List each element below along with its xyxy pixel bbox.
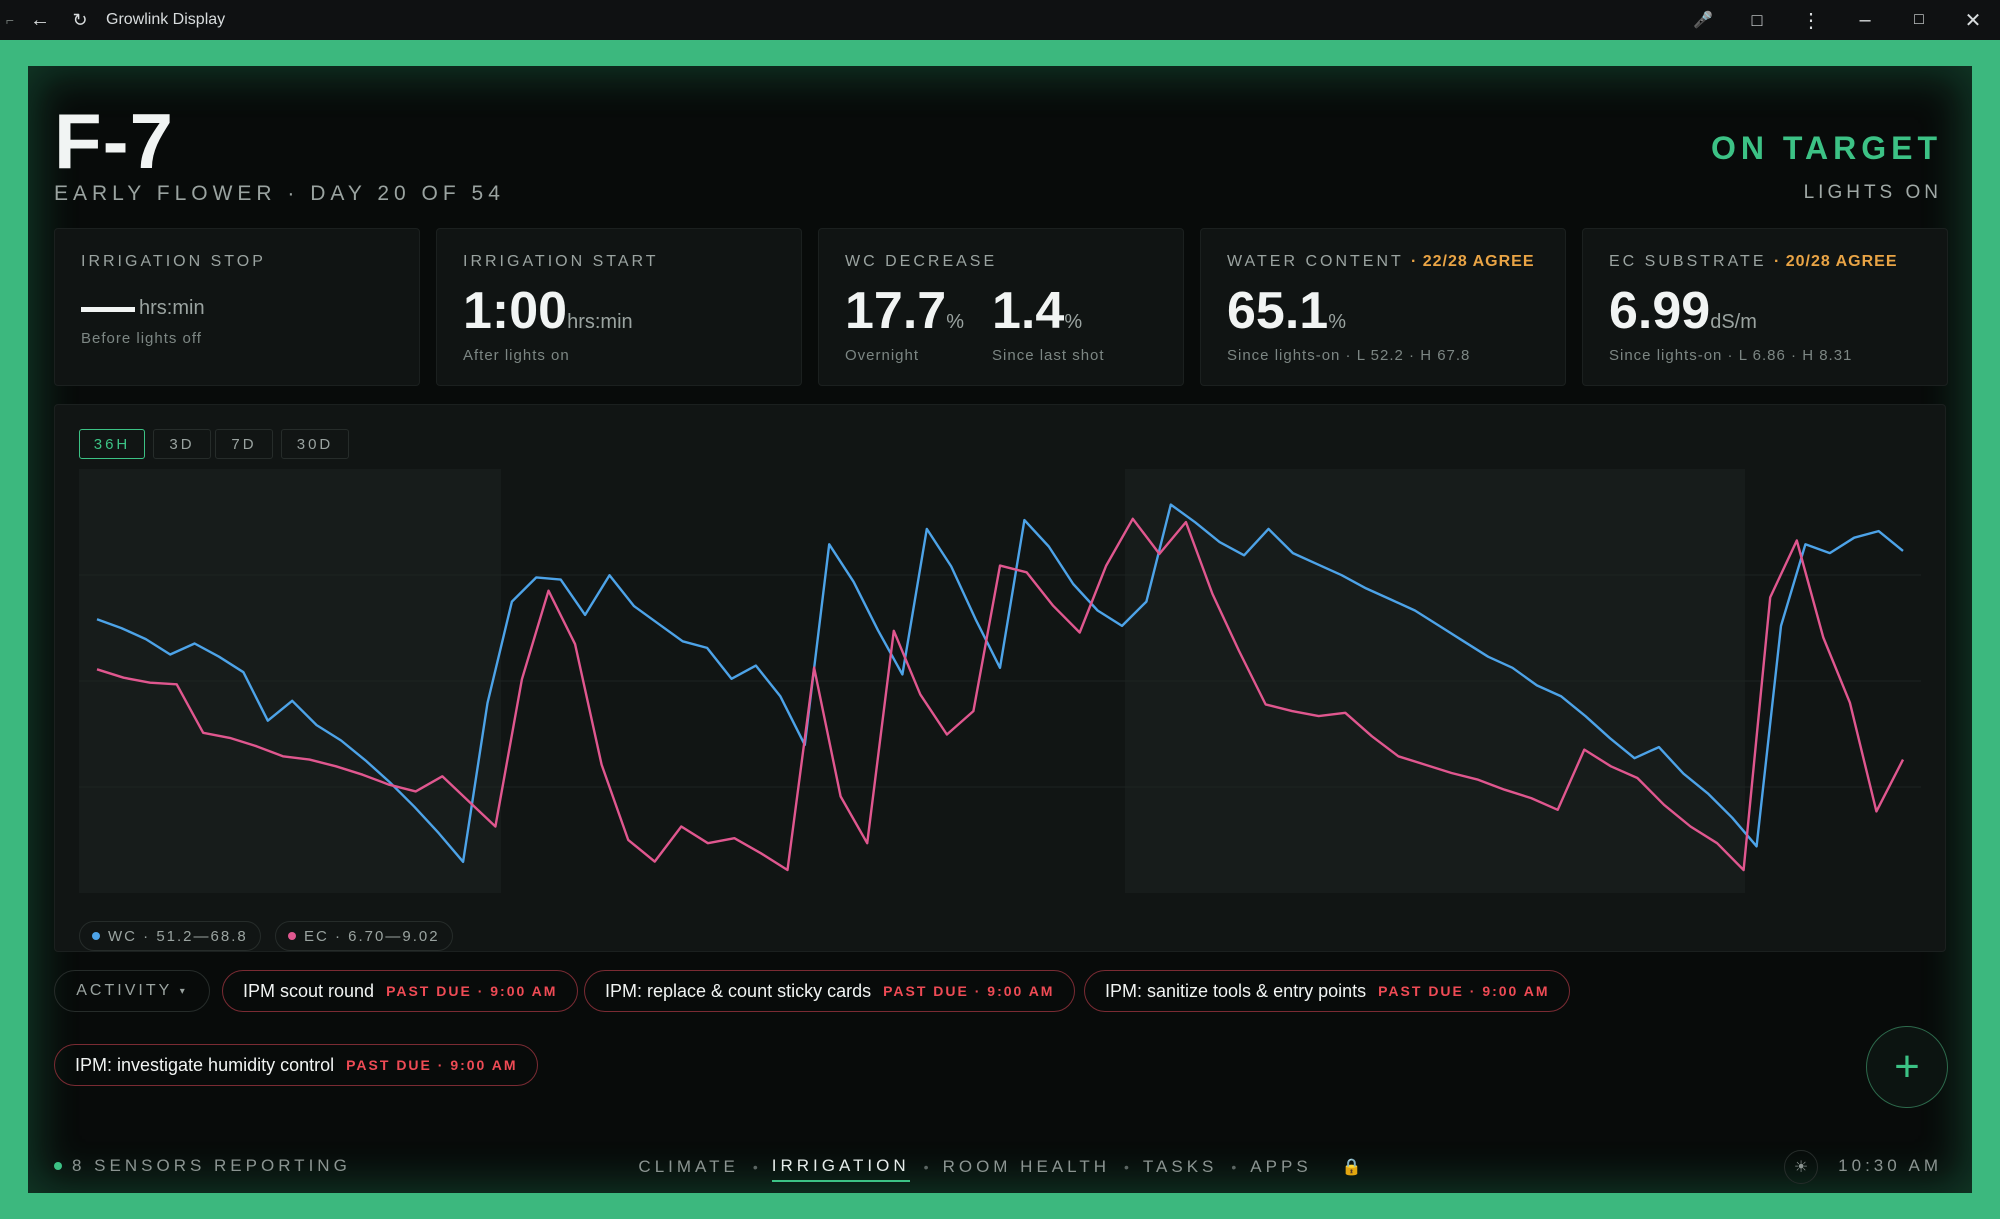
card-subtext: After lights on bbox=[463, 347, 570, 364]
overnight-value: 17.7% Overnight bbox=[845, 282, 965, 364]
wc-dot-icon bbox=[92, 932, 100, 940]
nav-irrigation[interactable]: IRRIGATION bbox=[771, 1152, 910, 1182]
nav-apps[interactable]: APPS bbox=[1250, 1153, 1311, 1181]
line-chart[interactable] bbox=[79, 469, 1921, 893]
add-task-button[interactable]: + bbox=[1866, 1026, 1948, 1108]
empty-value-dash bbox=[81, 307, 135, 313]
browser-titlebar: ⌐ ← ↻ Growlink Display 🎤 □ ⋮ – □ ✕ bbox=[0, 0, 2000, 40]
grow-stage: EARLY FLOWER · DAY 20 OF 54 bbox=[54, 182, 505, 205]
nav-room-health[interactable]: ROOM HEALTH bbox=[943, 1153, 1110, 1181]
range-tab-30d[interactable]: 30D bbox=[281, 429, 349, 459]
bottom-nav: CLIMATE • IRRIGATION • ROOM HEALTH • TAS… bbox=[28, 1152, 1972, 1182]
card-subtext: Since lights-on · L 6.86 · H 8.31 bbox=[1609, 347, 1853, 364]
agree-badge: · 20/28 AGREE bbox=[1773, 253, 1898, 270]
legend-ec[interactable]: EC · 6.70—9.02 bbox=[275, 921, 453, 951]
since-last-shot-value: 1.4% Since last shot bbox=[992, 282, 1105, 364]
range-tab-3d[interactable]: 3D bbox=[153, 429, 211, 459]
task-pill[interactable]: IPM: replace & count sticky cards PAST DU… bbox=[584, 970, 1076, 1012]
close-icon[interactable]: ✕ bbox=[1946, 0, 2000, 40]
range-tab-36h[interactable]: 36H bbox=[79, 429, 145, 459]
nav-separator: • bbox=[1231, 1159, 1237, 1175]
chevron-down-icon: ▾ bbox=[179, 985, 188, 997]
brightness-icon[interactable]: ☀ bbox=[1784, 1150, 1818, 1184]
microphone-icon[interactable]: 🎤 bbox=[1676, 0, 1730, 40]
irrigation-start-card[interactable]: IRRIGATION START 1:00hrs:min After light… bbox=[436, 228, 802, 386]
nav-separator: • bbox=[923, 1159, 929, 1175]
water-content-card[interactable]: WATER CONTENT · 22/28 AGREE 65.1% Since … bbox=[1200, 228, 1566, 386]
irrigation-stop-card[interactable]: IRRIGATION STOP hrs:min Before lights of… bbox=[54, 228, 420, 386]
card-label: EC SUBSTRATE · 20/28 AGREE bbox=[1609, 253, 1898, 270]
room-title: F-7 bbox=[54, 97, 174, 185]
card-value: 65.1% bbox=[1227, 282, 1347, 340]
card-subtext: Since lights-on · L 52.2 · H 67.8 bbox=[1227, 347, 1471, 364]
nav-separator: • bbox=[1124, 1159, 1129, 1175]
wc-decrease-card[interactable]: WC DECREASE 17.7% Overnight 1.4% Since l… bbox=[818, 228, 1184, 386]
dashboard: F-7 EARLY FLOWER · DAY 20 OF 54 ON TARGE… bbox=[28, 66, 1972, 1193]
card-label: WATER CONTENT · 22/28 AGREE bbox=[1227, 253, 1535, 270]
task-pill[interactable]: IPM: sanitize tools & entry points PAST D… bbox=[1084, 970, 1571, 1012]
back-icon[interactable]: ← bbox=[20, 0, 60, 40]
lights-status: LIGHTS ON bbox=[1803, 182, 1942, 203]
task-pill[interactable]: IPM: investigate humidity control PAST DU… bbox=[54, 1044, 539, 1086]
card-label: IRRIGATION START bbox=[463, 253, 659, 270]
range-tab-7d[interactable]: 7D bbox=[215, 429, 273, 459]
window-title: Growlink Display bbox=[106, 11, 226, 28]
minimize-icon[interactable]: – bbox=[1838, 0, 1892, 40]
activity-dropdown[interactable]: ACTIVITY ▾ bbox=[54, 970, 210, 1012]
lock-icon[interactable]: 🔒 bbox=[1342, 1157, 1362, 1177]
irrigation-chart-panel: 36H 3D 7D 30D WC · 51.2—68.8 EC · 6.70—9… bbox=[54, 404, 1946, 952]
nav-tasks[interactable]: TASKS bbox=[1143, 1153, 1217, 1181]
clock: 10:30 AM bbox=[1838, 1156, 1942, 1175]
card-label: WC DECREASE bbox=[845, 253, 998, 270]
status-indicator: ON TARGET bbox=[1710, 130, 1942, 166]
nav-separator: • bbox=[752, 1159, 758, 1175]
task-pill[interactable]: IPM scout round PAST DUE · 9:00 AM bbox=[222, 970, 579, 1012]
legend-wc[interactable]: WC · 51.2—68.8 bbox=[79, 921, 261, 951]
plus-icon: + bbox=[1894, 1042, 1920, 1091]
ec-dot-icon bbox=[288, 932, 296, 940]
maximize-icon[interactable]: □ bbox=[1892, 0, 1946, 40]
agree-badge: · 22/28 AGREE bbox=[1410, 253, 1535, 270]
card-value: 6.99dS/m bbox=[1609, 282, 1757, 340]
nav-climate[interactable]: CLIMATE bbox=[638, 1153, 738, 1181]
reload-icon[interactable]: ↻ bbox=[60, 0, 100, 40]
card-label: IRRIGATION STOP bbox=[81, 253, 266, 270]
ec-substrate-card[interactable]: EC SUBSTRATE · 20/28 AGREE 6.99dS/m Sinc… bbox=[1582, 228, 1948, 386]
card-value: hrs:min bbox=[81, 297, 393, 320]
extensions-icon[interactable]: □ bbox=[1730, 0, 1784, 40]
more-menu-icon[interactable]: ⋮ bbox=[1784, 0, 1838, 40]
card-subtext: Before lights off bbox=[81, 330, 202, 347]
card-value: 1:00hrs:min bbox=[463, 282, 633, 340]
app-icon: ⌐ bbox=[5, 12, 15, 28]
